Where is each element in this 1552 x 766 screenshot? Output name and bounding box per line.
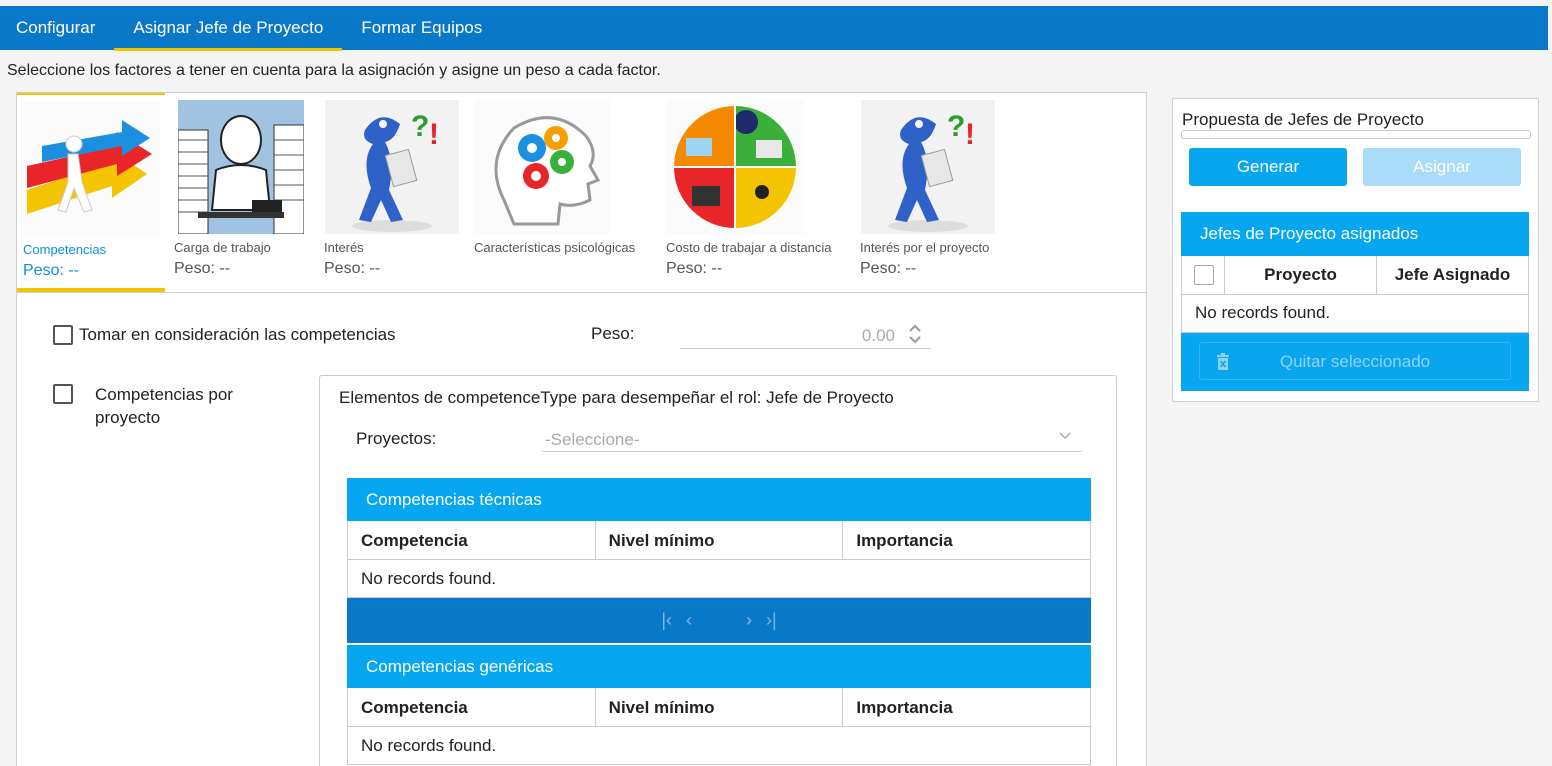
spinner-icon[interactable] (907, 322, 923, 346)
por-proyecto-row: Competencias por proyecto (53, 383, 233, 427)
consider-row: Tomar en consideración las competencias (53, 324, 396, 345)
factors-panel: Competencias Peso: -- Carga de trabajo P… (16, 92, 1147, 766)
tab-formar-equipos[interactable]: Formar Equipos (342, 6, 501, 50)
generar-button[interactable]: Generar (1189, 148, 1347, 186)
proposal-panel: Propuesta de Jefes de Proyecto Generar A… (1172, 98, 1539, 402)
tecnicas-table: Competencias técnicas Competencia Nivel … (347, 478, 1091, 643)
competence-elements-box: Elementos de competenceType para desempe… (319, 375, 1117, 766)
factor-tabs: Competencias Peso: -- Carga de trabajo P… (17, 93, 1146, 293)
last-page-icon[interactable]: ›| (766, 610, 777, 631)
tab-configurar[interactable]: Configurar (0, 6, 114, 50)
proyectos-placeholder: -Seleccione- (545, 430, 640, 449)
factor-carga-trabajo[interactable]: Carga de trabajo Peso: -- (174, 93, 314, 292)
factor-name: Competencias (23, 242, 107, 257)
factor-peso: Peso: -- (23, 262, 80, 279)
assigned-footer: Quitar seleccionado (1181, 333, 1529, 391)
factor-interes-proyecto[interactable]: ? ! Interés por el proyecto Peso: -- (860, 93, 1020, 292)
factor-peso: Peso: -- (666, 260, 723, 277)
factor-caracteristicas-psicologicas[interactable]: Características psicológicas (474, 93, 656, 292)
factor-costo-distancia[interactable]: Costo de trabajar a distancia Peso: -- (666, 93, 856, 292)
first-page-icon[interactable]: |‹ (661, 610, 672, 631)
tecnicas-empty: No records found. (347, 560, 1091, 598)
col-proyecto[interactable]: Proyecto (1225, 256, 1377, 294)
genericas-table: Competencias genéricas Competencia Nivel… (347, 645, 1091, 765)
factor-peso: Peso: -- (324, 260, 381, 277)
peso-input[interactable]: 0.00 (680, 321, 931, 349)
elements-title: Elementos de competenceType para desempe… (339, 388, 894, 407)
factor-name: Interés (324, 240, 364, 255)
peso-label: Peso: (591, 324, 635, 343)
select-all-cell (1182, 256, 1225, 294)
genericas-columns: Competencia Nivel mínimo Importancia (347, 688, 1091, 727)
factor-name: Interés por el proyecto (860, 240, 990, 255)
col-importancia[interactable]: Importancia (843, 521, 1090, 559)
factor-interes[interactable]: ? ! Interés Peso: -- (324, 93, 464, 292)
svg-text:!: ! (965, 118, 975, 151)
genericas-empty: No records found. (347, 727, 1091, 765)
factor-name: Costo de trabajar a distancia (666, 240, 832, 255)
col-nivel-minimo[interactable]: Nivel mínimo (596, 688, 844, 726)
quitar-seleccionado-button[interactable]: Quitar seleccionado (1199, 342, 1511, 380)
col-nivel-minimo[interactable]: Nivel mínimo (596, 521, 844, 559)
factor-name: Carga de trabajo (174, 240, 271, 255)
consider-checkbox[interactable] (53, 324, 73, 345)
genericas-header: Competencias genéricas (347, 645, 1091, 688)
prev-page-icon[interactable]: ‹ (686, 610, 692, 631)
factor-name: Características psicológicas (474, 240, 636, 255)
peso-value: 0.00 (861, 326, 895, 345)
question-mascot-image: ? ! (325, 100, 459, 234)
assigned-columns: Proyecto Jefe Asignado (1181, 256, 1529, 295)
factor-peso: Peso: -- (174, 260, 231, 277)
factor-peso: Peso: -- (860, 260, 917, 277)
quitar-label: Quitar seleccionado (1279, 352, 1431, 371)
col-jefe-asignado[interactable]: Jefe Asignado (1377, 256, 1528, 294)
intro-text: Seleccione los factores a tener en cuent… (7, 62, 661, 79)
question-mascot-image: ? ! (861, 100, 995, 234)
svg-text:?: ? (947, 110, 965, 143)
proyectos-select[interactable]: -Seleccione- (542, 422, 1082, 452)
assigned-empty: No records found. (1181, 295, 1529, 333)
factor-competencias[interactable]: Competencias Peso: -- (17, 93, 165, 292)
trash-icon (1217, 353, 1229, 370)
proposal-progress (1181, 130, 1531, 139)
col-competencia[interactable]: Competencia (348, 688, 596, 726)
tecnicas-header: Competencias técnicas (347, 478, 1091, 521)
por-proyecto-checkbox[interactable] (53, 383, 73, 404)
assigned-header: Jefes de Proyecto asignados (1181, 212, 1529, 256)
tecnicas-pager: |‹ ‹ › ›| (347, 598, 1091, 643)
tecnicas-columns: Competencia Nivel mínimo Importancia (347, 521, 1091, 560)
head-gears-image (474, 100, 610, 234)
consider-label: Tomar en consideración las competencias (79, 324, 396, 344)
next-page-icon[interactable]: › (746, 610, 752, 631)
overworked-person-image (178, 100, 304, 234)
col-competencia[interactable]: Competencia (348, 521, 596, 559)
top-nav: Configurar Asignar Jefe de Proyecto Form… (0, 6, 1548, 51)
svg-text:!: ! (429, 118, 439, 151)
proposal-title: Propuesta de Jefes de Proyecto (1182, 110, 1424, 129)
remote-work-circle-image (666, 100, 804, 234)
select-all-checkbox[interactable] (1194, 265, 1214, 285)
proyectos-label: Proyectos: (356, 429, 437, 448)
col-importancia[interactable]: Importancia (843, 688, 1090, 726)
chevron-down-icon (1059, 432, 1071, 440)
arrows-person-image (22, 102, 160, 237)
tab-asignar-jefe[interactable]: Asignar Jefe de Proyecto (114, 6, 343, 51)
svg-text:?: ? (411, 110, 429, 143)
asignar-button[interactable]: Asignar (1363, 148, 1521, 186)
por-proyecto-label: Competencias por proyecto (95, 385, 233, 427)
